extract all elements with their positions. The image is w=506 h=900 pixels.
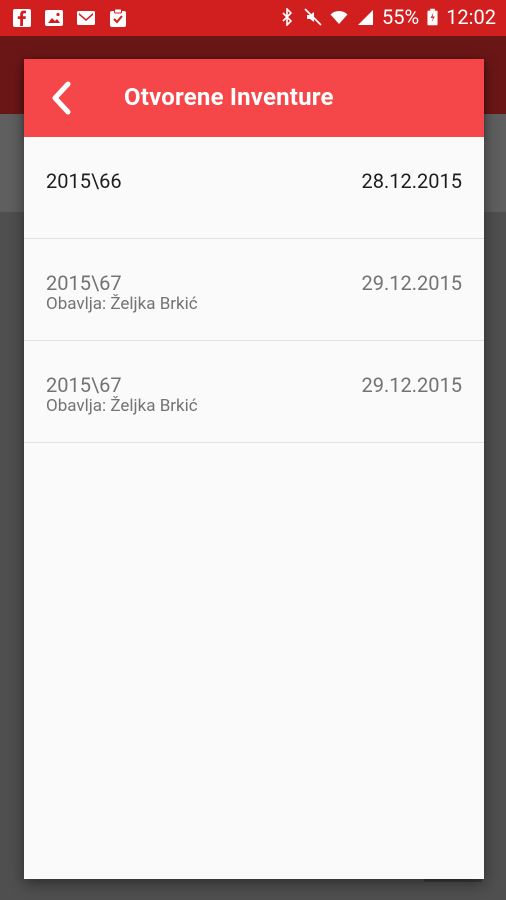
wifi-icon [330, 10, 348, 24]
status-bar: 55% 12:02 [0, 0, 506, 36]
inventory-number: 2015\66 [46, 169, 122, 193]
inventory-date: 29.12.2015 [361, 271, 462, 295]
inventory-date: 29.12.2015 [361, 373, 462, 397]
list-item[interactable]: 2015\67 29.12.2015 Obavlja: Željka Brkić [24, 341, 484, 443]
bluetooth-icon [282, 8, 293, 26]
list-item[interactable]: 2015\66 28.12.2015 [24, 137, 484, 239]
notification-icons [12, 8, 128, 28]
inventory-list: 2015\66 28.12.2015 2015\67 29.12.2015 Ob… [24, 137, 484, 443]
clock: 12:02 [446, 5, 496, 29]
open-inventories-dialog: Otvorene Inventure 2015\66 28.12.2015 20… [24, 59, 484, 879]
inventory-number: 2015\67 [46, 271, 122, 295]
dialog-title: Otvorene Inventure [124, 83, 334, 111]
system-status: 55% 12:02 [278, 5, 496, 29]
mute-icon [304, 8, 322, 26]
dialog-header: Otvorene Inventure [24, 59, 484, 137]
gmail-icon [77, 11, 95, 25]
inventory-assignee: Obavlja: Željka Brkić [46, 396, 198, 416]
battery-icon [427, 8, 438, 26]
inventory-date: 28.12.2015 [361, 169, 462, 193]
back-button[interactable] [46, 79, 78, 117]
signal-icon [358, 10, 374, 25]
gallery-icon [45, 10, 63, 26]
facebook-icon [13, 9, 31, 27]
list-item[interactable]: 2015\67 29.12.2015 Obavlja: Željka Brkić [24, 239, 484, 341]
clipboard-check-icon [110, 8, 126, 27]
inventory-assignee: Obavlja: Željka Brkić [46, 294, 198, 314]
inventory-number: 2015\67 [46, 373, 122, 397]
battery-percent: 55% [382, 5, 420, 29]
